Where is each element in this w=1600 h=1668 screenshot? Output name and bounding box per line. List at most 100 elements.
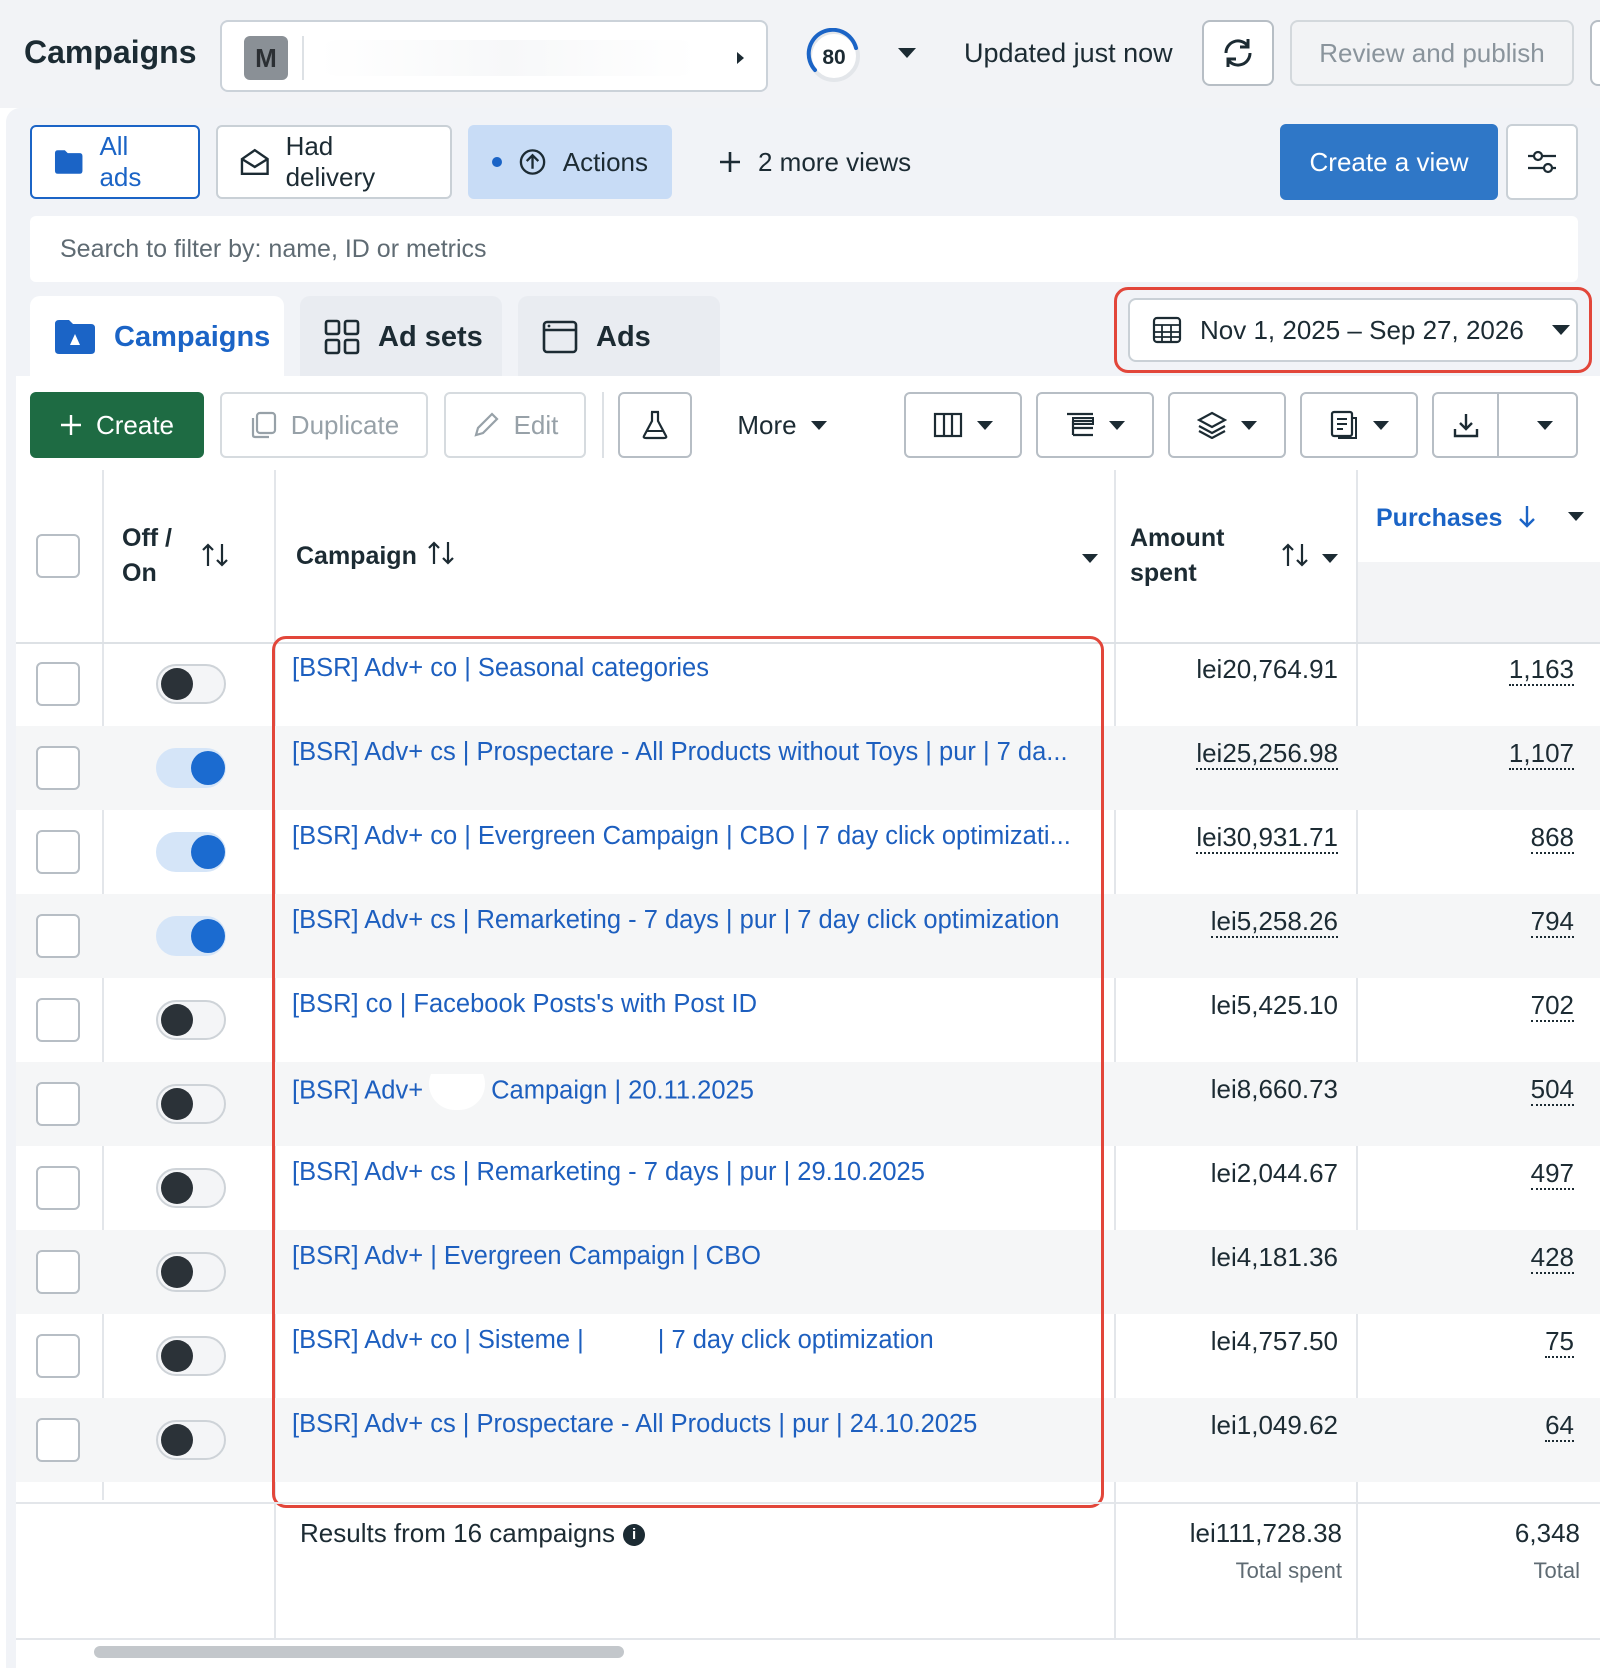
purchases-value[interactable]: 497 xyxy=(1354,1158,1574,1190)
campaign-toggle[interactable] xyxy=(156,1084,226,1124)
row-checkbox[interactable] xyxy=(36,1166,80,1210)
toggle-knob xyxy=(161,1172,193,1204)
campaign-toggle[interactable] xyxy=(156,1000,226,1040)
download-button[interactable] xyxy=(1434,394,1499,456)
horizontal-scrollbar[interactable] xyxy=(94,1646,624,1658)
chevron-down-icon xyxy=(1536,420,1553,430)
ad-window-icon xyxy=(542,320,578,354)
table-bottom-divider xyxy=(16,1638,1600,1640)
beaker-icon xyxy=(642,410,668,440)
purchases-value[interactable]: 64 xyxy=(1354,1410,1574,1442)
opportunity-score-gauge[interactable]: 80 xyxy=(806,28,862,84)
total-spent-label: Total spent xyxy=(1235,1558,1342,1583)
row-checkbox[interactable] xyxy=(36,746,80,790)
edit-button[interactable]: Edit xyxy=(444,392,586,458)
breakdown-button[interactable] xyxy=(1036,392,1154,458)
total-purchases-label: Total xyxy=(1533,1558,1580,1583)
amount-column-menu-icon[interactable] xyxy=(1322,554,1338,563)
toggle-knob xyxy=(161,1088,193,1120)
purchases-value[interactable]: 75 xyxy=(1354,1326,1574,1358)
purchases-value[interactable]: 1,107 xyxy=(1354,738,1574,770)
row-checkbox[interactable] xyxy=(36,914,80,958)
calendar-icon xyxy=(1152,316,1182,344)
review-and-publish-button[interactable]: Review and publish xyxy=(1290,20,1574,86)
select-all-checkbox[interactable] xyxy=(36,534,80,578)
header-campaign[interactable]: Campaign xyxy=(296,542,417,571)
toggle-knob xyxy=(161,1340,193,1372)
purchases-value[interactable]: 504 xyxy=(1354,1074,1574,1106)
campaign-toggle[interactable] xyxy=(156,1336,226,1376)
columns-button[interactable] xyxy=(904,392,1022,458)
view-settings-button[interactable] xyxy=(1506,124,1578,200)
header-off-on-label-1: Off / xyxy=(122,524,172,552)
campaign-toggle[interactable] xyxy=(156,916,226,956)
info-icon[interactable]: i xyxy=(623,1524,646,1547)
row-checkbox[interactable] xyxy=(36,1082,80,1126)
view-actions[interactable]: Actions xyxy=(468,125,672,199)
purchases-value[interactable]: 868 xyxy=(1354,822,1574,854)
campaign-toggle[interactable] xyxy=(156,1420,226,1460)
campaign-folder-icon xyxy=(55,320,95,354)
campaign-toggle[interactable] xyxy=(156,664,226,704)
row-checkbox[interactable] xyxy=(36,998,80,1042)
plus-icon xyxy=(60,415,81,435)
purchases-value[interactable]: 428 xyxy=(1354,1242,1574,1274)
row-checkbox[interactable] xyxy=(36,1334,80,1378)
view-all-ads[interactable]: All ads xyxy=(30,125,200,199)
tab-ad-sets-label: Ad sets xyxy=(378,320,483,353)
row-checkbox[interactable] xyxy=(36,662,80,706)
search-input[interactable]: Search to filter by: name, ID or metrics xyxy=(30,216,1578,282)
layers-button[interactable] xyxy=(1168,392,1286,458)
tab-campaigns[interactable]: Campaigns xyxy=(30,296,284,378)
tab-ads[interactable]: Ads xyxy=(518,296,720,378)
reports-button[interactable] xyxy=(1300,392,1418,458)
refresh-button[interactable] xyxy=(1202,20,1274,86)
purchases-value[interactable]: 702 xyxy=(1354,990,1574,1022)
header-off-on[interactable]: Off / On xyxy=(122,524,172,588)
page-title: Campaigns xyxy=(24,34,197,70)
view-had-delivery[interactable]: Had delivery xyxy=(216,125,452,199)
campaign-column-menu-icon[interactable] xyxy=(1082,554,1098,563)
arrow-down-icon[interactable] xyxy=(1516,504,1538,530)
score-ring-icon: 80 xyxy=(806,28,860,82)
export-button[interactable] xyxy=(1432,392,1578,458)
export-options-button[interactable] xyxy=(1513,394,1576,456)
total-purchases-value: 6,348 xyxy=(1514,1518,1580,1548)
row-checkbox[interactable] xyxy=(36,830,80,874)
breakdown-icon xyxy=(1067,412,1094,437)
purchases-header-subcell xyxy=(1357,562,1600,642)
duplicate-button[interactable]: Duplicate xyxy=(220,392,428,458)
sort-icon[interactable] xyxy=(200,542,230,568)
campaign-toggle[interactable] xyxy=(156,1168,226,1208)
campaign-toggle[interactable] xyxy=(156,832,226,872)
account-avatar: M xyxy=(244,36,288,80)
more-views-button[interactable]: 2 more views xyxy=(696,125,936,199)
create-view-button[interactable]: Create a view xyxy=(1280,124,1498,200)
duplicate-icon xyxy=(251,411,276,439)
more-button[interactable]: More xyxy=(712,392,852,458)
grid-icon xyxy=(324,319,360,355)
chevron-down-icon xyxy=(1373,420,1389,430)
header-purchases-label: Purchases xyxy=(1376,504,1503,532)
overflow-button[interactable] xyxy=(1590,20,1600,86)
score-dropdown-caret-icon[interactable] xyxy=(898,48,916,58)
purchases-value[interactable]: 794 xyxy=(1354,906,1574,938)
header-amount-spent[interactable]: Amount spent xyxy=(1130,524,1224,588)
campaign-toggle[interactable] xyxy=(156,748,226,788)
row-checkbox[interactable] xyxy=(36,1250,80,1294)
create-button[interactable]: Create xyxy=(30,392,204,458)
download-icon xyxy=(1453,414,1478,438)
account-selector[interactable]: M xyxy=(220,20,768,92)
create-label: Create xyxy=(95,409,175,440)
purchases-column-menu-icon[interactable] xyxy=(1568,512,1584,521)
purchases-value[interactable]: 1,163 xyxy=(1354,654,1574,686)
row-checkbox[interactable] xyxy=(36,1418,80,1462)
campaign-toggle[interactable] xyxy=(156,1252,226,1292)
view-all-ads-label: All ads xyxy=(99,131,142,192)
date-range-picker[interactable]: Nov 1, 2025 – Sep 27, 2026 xyxy=(1128,298,1578,362)
sort-icon[interactable] xyxy=(1280,542,1310,568)
tab-ad-sets[interactable]: Ad sets xyxy=(300,296,502,378)
sort-icon[interactable] xyxy=(426,540,456,566)
header-purchases[interactable]: Purchases xyxy=(1376,504,1502,533)
ab-test-button[interactable] xyxy=(618,392,692,458)
